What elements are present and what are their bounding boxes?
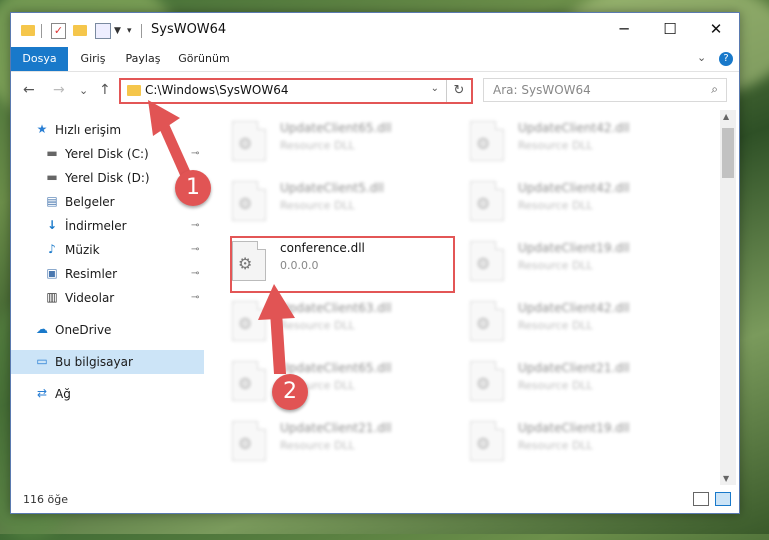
annotation-arrows <box>148 100 295 374</box>
arrow-2-shaft <box>270 312 286 374</box>
arrow-2-head <box>258 284 295 320</box>
step-1-badge: 1 <box>175 170 211 206</box>
step-2-badge: 2 <box>272 374 308 410</box>
arrow-2 <box>258 284 295 374</box>
